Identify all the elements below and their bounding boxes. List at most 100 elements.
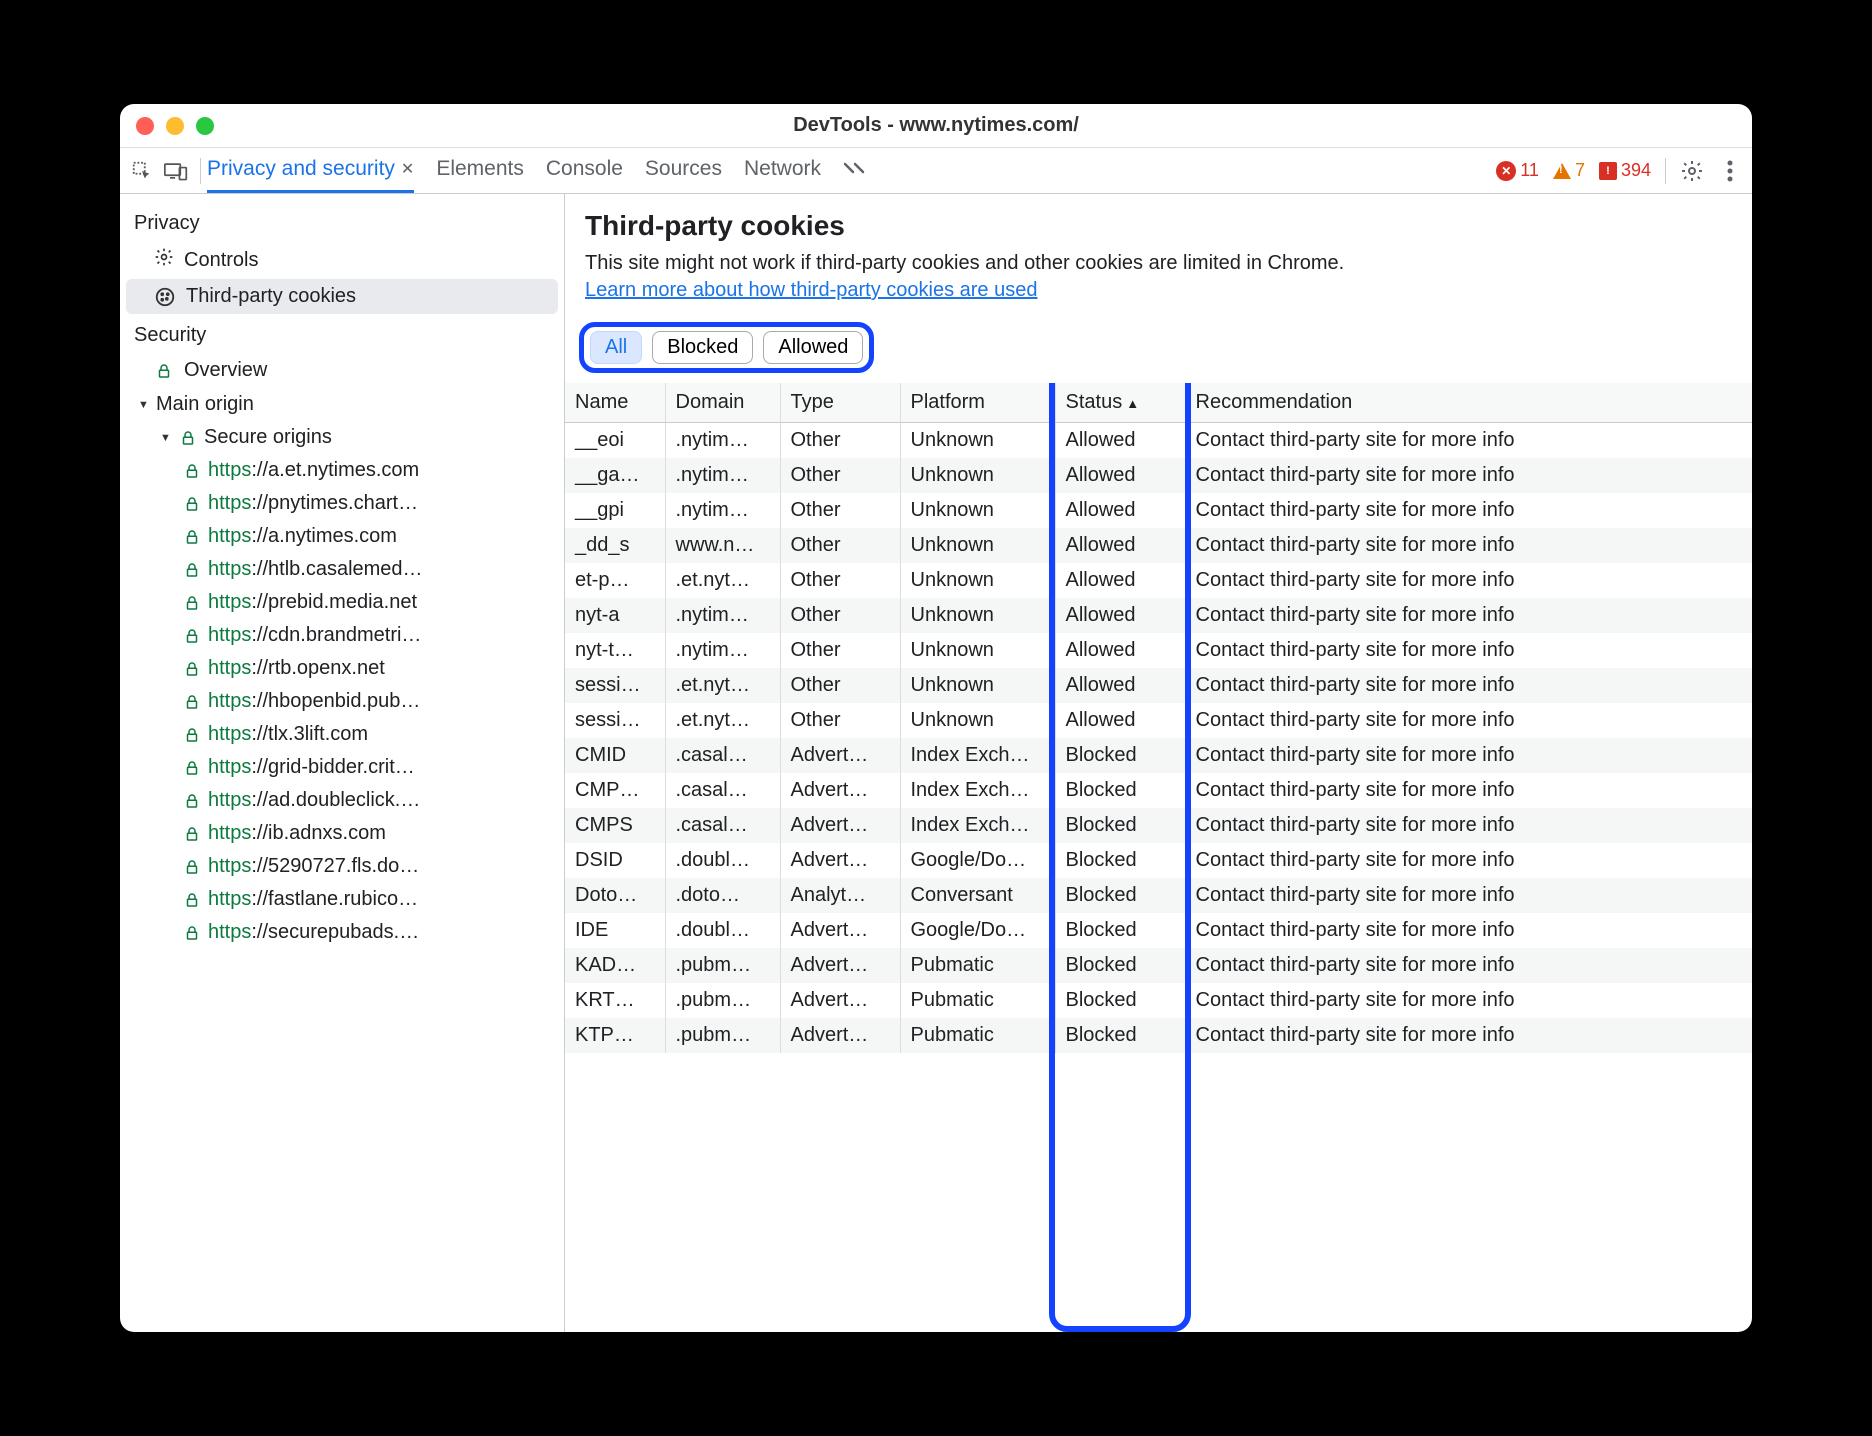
sidebar-origin-item[interactable]: https://tlx.3lift.com [120, 718, 564, 751]
cell-type: Other [780, 668, 900, 703]
cell-recommendation: Contact third-party site for more info [1185, 878, 1752, 913]
table-row[interactable]: CMP….casal…Advert…Index Exch…BlockedCont… [565, 773, 1752, 808]
tab-privacy-security[interactable]: Privacy and security ✕ [207, 148, 414, 193]
origin-label: https://rtb.openx.net [208, 657, 385, 680]
table-row[interactable]: KTP….pubm…Advert…PubmaticBlockedContact … [565, 1018, 1752, 1053]
more-tabs-button[interactable] [843, 148, 865, 193]
lock-icon [182, 593, 202, 613]
table-row[interactable]: et-p….et.nyt…OtherUnknownAllowedContact … [565, 563, 1752, 598]
table-row[interactable]: DSID.doubl…Advert…Google/Do…BlockedConta… [565, 843, 1752, 878]
sidebar-origin-item[interactable]: https://a.et.nytimes.com [120, 454, 564, 487]
table-row[interactable]: __gpi.nytim…OtherUnknownAllowedContact t… [565, 493, 1752, 528]
table-row[interactable]: KAD….pubm…Advert…PubmaticBlockedContact … [565, 948, 1752, 983]
table-row[interactable]: nyt-a.nytim…OtherUnknownAllowedContact t… [565, 598, 1752, 633]
cell-name: DSID [565, 843, 665, 878]
separator [200, 158, 201, 184]
sidebar-origin-item[interactable]: https://hbopenbid.pub… [120, 685, 564, 718]
kebab-menu-button[interactable] [1718, 159, 1742, 183]
filter-all-button[interactable]: All [590, 331, 642, 364]
cell-type: Advert… [780, 1018, 900, 1053]
page-subtitle: This site might not work if third-party … [585, 252, 1732, 275]
cell-name: IDE [565, 913, 665, 948]
sidebar-origin-item[interactable]: https://ad.doubleclick.… [120, 784, 564, 817]
cell-status: Allowed [1055, 458, 1185, 493]
warning-count[interactable]: 7 [1553, 160, 1585, 181]
table-row[interactable]: KRT….pubm…Advert…PubmaticBlockedContact … [565, 983, 1752, 1018]
cell-name: KRT… [565, 983, 665, 1018]
origin-label: https://htlb.casalemed… [208, 558, 423, 581]
sidebar-origin-item[interactable]: https://rtb.openx.net [120, 652, 564, 685]
sidebar-origin-item[interactable]: https://5290727.fls.do… [120, 850, 564, 883]
table-row[interactable]: __eoi.nytim…OtherUnknownAllowedContact t… [565, 423, 1752, 459]
table-row[interactable]: Doto….doto…Analyt…ConversantBlockedConta… [565, 878, 1752, 913]
learn-more-link[interactable]: Learn more about how third-party cookies… [585, 279, 1037, 301]
error-count-label: 11 [1520, 160, 1539, 181]
column-header-type[interactable]: Type [780, 383, 900, 423]
origin-label: https://hbopenbid.pub… [208, 690, 420, 713]
column-header-name[interactable]: Name [565, 383, 665, 423]
cell-type: Other [780, 458, 900, 493]
filter-blocked-button[interactable]: Blocked [652, 331, 753, 364]
cell-name: sessi… [565, 668, 665, 703]
sidebar-item-overview[interactable]: Overview [120, 353, 564, 388]
sidebar-item-label: Overview [184, 359, 267, 382]
cell-domain: .pubm… [665, 1018, 780, 1053]
table-row[interactable]: sessi….et.nyt…OtherUnknownAllowedContact… [565, 703, 1752, 738]
column-header-recommendation[interactable]: Recommendation [1185, 383, 1752, 423]
table-row[interactable]: IDE.doubl…Advert…Google/Do…BlockedContac… [565, 913, 1752, 948]
cell-status: Blocked [1055, 738, 1185, 773]
sidebar-origin-item[interactable]: https://htlb.casalemed… [120, 553, 564, 586]
tab-sources[interactable]: Sources [645, 148, 722, 193]
sidebar-origin-item[interactable]: https://prebid.media.net [120, 586, 564, 619]
inspect-element-icon[interactable] [130, 159, 154, 183]
cell-domain: .doubl… [665, 843, 780, 878]
sidebar-origin-item[interactable]: https://fastlane.rubico… [120, 883, 564, 916]
filter-allowed-button[interactable]: Allowed [763, 331, 863, 364]
sidebar-origin-item[interactable]: https://grid-bidder.crit… [120, 751, 564, 784]
cell-recommendation: Contact third-party site for more info [1185, 493, 1752, 528]
column-header-status[interactable]: Status▲ [1055, 383, 1185, 423]
lock-icon [182, 923, 202, 943]
sidebar-tree-main-origin[interactable]: ▼ Main origin [120, 388, 564, 421]
cell-platform: Index Exch… [900, 738, 1055, 773]
sidebar-origin-item[interactable]: https://securepubads.… [120, 916, 564, 949]
device-toggle-icon[interactable] [164, 159, 188, 183]
sidebar-origin-item[interactable]: https://pnytimes.chart… [120, 487, 564, 520]
sidebar-origin-item[interactable]: https://a.nytimes.com [120, 520, 564, 553]
maximize-window-button[interactable] [196, 117, 214, 135]
sidebar-tree-secure-origins[interactable]: ▼ Secure origins [120, 421, 564, 454]
table-row[interactable]: CMPS.casal…Advert…Index Exch…BlockedCont… [565, 808, 1752, 843]
table-row[interactable]: _dd_swww.n…OtherUnknownAllowedContact th… [565, 528, 1752, 563]
cell-platform: Unknown [900, 668, 1055, 703]
table-row[interactable]: sessi….et.nyt…OtherUnknownAllowedContact… [565, 668, 1752, 703]
sidebar-item-controls[interactable]: Controls [120, 241, 564, 279]
tab-label: Console [546, 157, 623, 181]
table-row[interactable]: nyt-t….nytim…OtherUnknownAllowedContact … [565, 633, 1752, 668]
cell-domain: .doto… [665, 878, 780, 913]
table-row[interactable]: __ga….nytim…OtherUnknownAllowedContact t… [565, 458, 1752, 493]
error-count[interactable]: ✕ 11 [1496, 160, 1539, 181]
sidebar-origin-item[interactable]: https://cdn.brandmetri… [120, 619, 564, 652]
issues-count[interactable]: ! 394 [1599, 160, 1651, 181]
minimize-window-button[interactable] [166, 117, 184, 135]
sidebar-item-third-party-cookies[interactable]: Third-party cookies [126, 279, 558, 314]
tab-console[interactable]: Console [546, 148, 623, 193]
close-window-button[interactable] [136, 117, 154, 135]
cell-status: Allowed [1055, 668, 1185, 703]
tab-close-icon[interactable]: ✕ [401, 159, 414, 179]
cell-status: Allowed [1055, 528, 1185, 563]
table-row[interactable]: CMID.casal…Advert…Index Exch…BlockedCont… [565, 738, 1752, 773]
lock-icon [182, 857, 202, 877]
sidebar-origin-item[interactable]: https://ib.adnxs.com [120, 817, 564, 850]
cell-platform: Pubmatic [900, 983, 1055, 1018]
column-header-platform[interactable]: Platform [900, 383, 1055, 423]
cell-status: Blocked [1055, 983, 1185, 1018]
cell-name: CMID [565, 738, 665, 773]
column-header-domain[interactable]: Domain [665, 383, 780, 423]
sidebar-header-privacy: Privacy [120, 202, 564, 241]
tab-network[interactable]: Network [744, 148, 821, 193]
tab-elements[interactable]: Elements [436, 148, 524, 193]
cell-recommendation: Contact third-party site for more info [1185, 598, 1752, 633]
cell-recommendation: Contact third-party site for more info [1185, 773, 1752, 808]
settings-button[interactable] [1680, 159, 1704, 183]
